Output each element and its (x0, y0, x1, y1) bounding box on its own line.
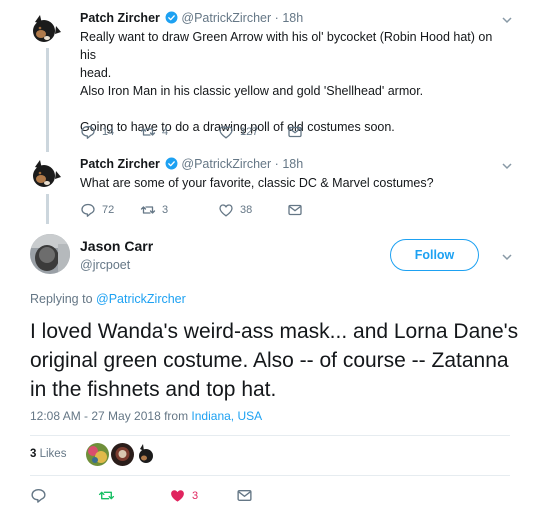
message-button[interactable] (236, 487, 253, 504)
retweet-icon (140, 128, 156, 136)
timestamp-text[interactable]: 12:08 AM - 27 May 2018 from (30, 409, 191, 423)
retweet-icon (140, 206, 156, 214)
replying-prefix: Replying to (30, 292, 97, 306)
separator-dot: · (274, 157, 279, 171)
author-handle[interactable]: @PatrickZircher (181, 157, 271, 171)
tweet-text: Really want to draw Green Arrow with his… (80, 28, 510, 136)
tweet-header: Patch Zircher @PatrickZircher · 18h (80, 157, 303, 171)
like-count: 3 (192, 489, 199, 502)
envelope-icon (288, 126, 302, 138)
envelope-icon (288, 204, 302, 216)
chevron-down-icon[interactable] (500, 159, 514, 173)
tweet-text-line: Really want to draw Green Arrow with his… (80, 30, 493, 62)
retweet-button[interactable]: 4 (140, 124, 168, 140)
likes-summary[interactable]: 3 Likes (30, 448, 66, 460)
avatar[interactable] (30, 12, 64, 46)
tweet-actions: 72 3 38 (80, 202, 320, 218)
tweet-text-line: What are some of your favorite, classic … (80, 176, 434, 190)
like-count: 127 (240, 126, 259, 138)
like-count: 38 (240, 204, 253, 216)
chevron-down-icon[interactable] (500, 13, 514, 27)
author-handle[interactable]: @jrcpoet (80, 258, 130, 272)
liker-avatar[interactable] (111, 443, 134, 466)
envelope-icon (237, 490, 252, 501)
tweet-text-line (80, 100, 510, 118)
heart-icon (219, 126, 233, 139)
tweet[interactable]: Patch Zircher @PatrickZircher · 18h What… (0, 150, 540, 225)
avatar[interactable] (30, 157, 64, 191)
follow-button[interactable]: Follow (390, 239, 479, 271)
divider (30, 475, 510, 476)
tweet-time[interactable]: 18h (282, 11, 303, 25)
chevron-down-icon[interactable] (500, 250, 514, 264)
author-name[interactable]: Patch Zircher (80, 157, 160, 171)
verified-icon (165, 11, 178, 24)
reply-button[interactable]: 14 (80, 124, 114, 140)
replying-to: Replying to @PatrickZircher (30, 292, 186, 306)
verified-icon (165, 157, 178, 170)
heart-icon (219, 204, 233, 217)
retweet-count: 3 (162, 204, 169, 216)
like-button[interactable]: 3 (169, 487, 198, 504)
separator-dot: · (274, 11, 279, 25)
retweet-count: 4 (162, 126, 169, 138)
reply-count: 72 (102, 204, 115, 216)
likes-count: 3 (30, 448, 37, 460)
author-name[interactable]: Jason Carr (80, 238, 153, 254)
retweet-button[interactable] (98, 487, 115, 504)
heart-filled-icon (171, 490, 184, 502)
tweet-timestamp: 12:08 AM - 27 May 2018 from Indiana, USA (30, 409, 262, 423)
tweet-text: What are some of your favorite, classic … (80, 174, 510, 192)
likes-label: Likes (39, 448, 67, 460)
tweet-actions: 14 4 127 (80, 124, 320, 140)
tweet-header: Patch Zircher @PatrickZircher · 18h (80, 11, 303, 25)
like-button[interactable]: 127 (218, 124, 258, 140)
reply-count: 14 (102, 126, 115, 138)
reply-button[interactable]: 72 (80, 202, 114, 218)
tweet-time[interactable]: 18h (282, 157, 303, 171)
tweet[interactable]: Patch Zircher @PatrickZircher · 18h Real… (0, 0, 540, 150)
replying-to-link[interactable]: @PatrickZircher (96, 292, 186, 306)
retweet-button[interactable]: 3 (140, 202, 168, 218)
message-button[interactable] (287, 202, 303, 218)
location-link[interactable]: Indiana, USA (191, 409, 262, 423)
retweet-icon (98, 491, 115, 500)
tweet-text: I loved Wanda's weird-ass mask... and Lo… (30, 320, 519, 401)
reply-icon (31, 488, 46, 503)
author-name[interactable]: Patch Zircher (80, 11, 160, 25)
tweet-actions: 3 (30, 487, 270, 503)
divider (30, 435, 510, 436)
liker-avatar[interactable] (136, 443, 159, 466)
reply-icon (81, 125, 95, 139)
avatar[interactable] (30, 234, 70, 274)
message-button[interactable] (287, 124, 303, 140)
reply-icon (81, 203, 95, 217)
tweet-text-line: head. (80, 66, 112, 80)
like-button[interactable]: 38 (218, 202, 252, 218)
author-handle[interactable]: @PatrickZircher (181, 11, 271, 25)
reply-button[interactable] (30, 487, 47, 504)
liker-avatar[interactable] (86, 443, 109, 466)
tweet-text-line: Also Iron Man in his classic yellow and … (80, 84, 424, 98)
